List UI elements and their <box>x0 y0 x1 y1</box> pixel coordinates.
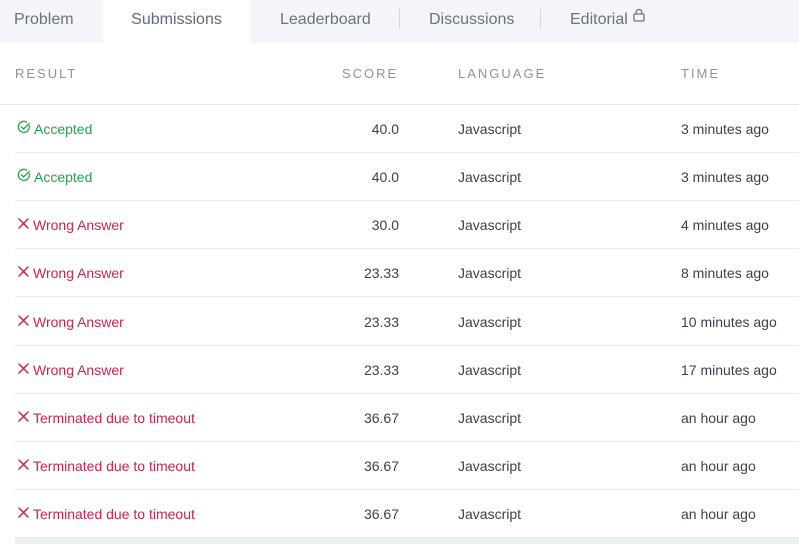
check-circle-icon <box>17 105 31 153</box>
tab-leaderboard[interactable]: Leaderboard <box>280 0 371 43</box>
language-cell: Javascript <box>458 314 522 330</box>
table-row[interactable]: Terminated due to timeout 36.67 Javascript… <box>0 394 799 442</box>
time-cell: 3 minutes ago <box>681 169 769 185</box>
result-label: Wrong Answer <box>33 265 124 281</box>
score-cell: 36.67 <box>363 410 399 426</box>
result-label: Accepted <box>34 169 93 185</box>
language-cell: Javascript <box>458 458 522 474</box>
column-header-score: SCORE <box>342 66 399 81</box>
time-cell: an hour ago <box>681 458 756 474</box>
table-row[interactable]: Wrong Answer 23.33 Javascript 17 minutes ag… <box>0 346 799 394</box>
table-row[interactable]: Terminated due to timeout 36.67 Javascript… <box>0 490 799 538</box>
row-divider <box>15 296 799 297</box>
result-label: Terminated due to timeout <box>33 458 195 474</box>
tab-submissions[interactable]: Submissions <box>103 0 250 43</box>
result-cell[interactable]: Terminated due to timeout <box>17 442 195 490</box>
result-cell[interactable]: Accepted <box>17 105 92 153</box>
cross-icon <box>17 442 30 490</box>
language-cell: Javascript <box>458 217 522 233</box>
score-cell: 36.67 <box>363 458 399 474</box>
time-cell: 17 minutes ago <box>681 362 777 378</box>
table-row[interactable]: Accepted 40.0 Javascript 3 minutes ago <box>0 153 799 201</box>
result-cell[interactable]: Wrong Answer <box>17 298 124 346</box>
cross-icon <box>17 201 30 249</box>
tab-label: Problem <box>14 11 74 28</box>
language-cell: Javascript <box>458 410 522 426</box>
result-label: Terminated due to timeout <box>33 506 195 522</box>
cross-icon <box>17 394 30 442</box>
score-cell: 40.0 <box>371 169 399 185</box>
lock-icon <box>632 0 646 38</box>
tab-bar: Problem Submissions Leaderboard Discussi… <box>0 0 799 43</box>
result-cell[interactable]: Terminated due to timeout <box>17 394 195 442</box>
score-cell: 23.33 <box>363 314 399 330</box>
table-row[interactable]: Wrong Answer 23.33 Javascript 10 minutes ag… <box>0 298 799 346</box>
time-cell: 3 minutes ago <box>681 121 769 137</box>
result-label: Terminated due to timeout <box>33 410 195 426</box>
tab-discussions[interactable]: Discussions <box>429 0 514 43</box>
table-row[interactable]: Accepted 40.0 Javascript 3 minutes ago <box>0 105 799 153</box>
result-label: Wrong Answer <box>33 362 124 378</box>
horizontal-scrollbar[interactable] <box>15 538 799 544</box>
time-cell: 8 minutes ago <box>681 265 769 281</box>
cross-icon <box>17 249 30 297</box>
column-header-result: RESULT <box>15 66 78 81</box>
language-cell: Javascript <box>458 169 522 185</box>
time-cell: an hour ago <box>681 410 756 426</box>
column-header-time: TIME <box>681 66 721 81</box>
score-cell: 40.0 <box>371 121 399 137</box>
tab-editorial[interactable]: Editorial <box>570 0 646 43</box>
tab-label: Editorial <box>570 11 628 28</box>
table-row[interactable]: Wrong Answer 30.0 Javascript 4 minutes ago <box>0 201 799 249</box>
tab-problem[interactable]: Problem <box>14 0 74 43</box>
tab-label: Leaderboard <box>280 11 371 28</box>
cross-icon <box>17 298 30 346</box>
result-cell[interactable]: Accepted <box>17 153 92 201</box>
language-cell: Javascript <box>458 265 522 281</box>
time-cell: an hour ago <box>681 506 756 522</box>
result-cell[interactable]: Wrong Answer <box>17 249 124 297</box>
language-cell: Javascript <box>458 362 522 378</box>
result-label: Wrong Answer <box>33 314 124 330</box>
result-label: Accepted <box>34 121 93 137</box>
time-cell: 4 minutes ago <box>681 217 769 233</box>
score-cell: 23.33 <box>363 362 399 378</box>
tab-label: Discussions <box>429 11 515 28</box>
table-row[interactable]: Wrong Answer 23.33 Javascript 8 minutes ago <box>0 249 799 297</box>
column-header-language: LANGUAGE <box>458 66 547 81</box>
cross-icon <box>17 490 30 538</box>
cross-icon <box>17 346 30 394</box>
tab-label: Submissions <box>131 11 222 28</box>
table-row[interactable]: Terminated due to timeout 36.67 Javascript… <box>0 442 799 490</box>
language-cell: Javascript <box>458 506 522 522</box>
language-cell: Javascript <box>458 121 522 137</box>
score-cell: 36.67 <box>363 506 399 522</box>
score-cell: 30.0 <box>371 217 399 233</box>
time-cell: 10 minutes ago <box>681 314 777 330</box>
tab-divider <box>540 9 541 29</box>
result-cell[interactable]: Terminated due to timeout <box>17 490 195 538</box>
result-cell[interactable]: Wrong Answer <box>17 201 124 249</box>
check-circle-icon <box>17 153 31 201</box>
score-cell: 23.33 <box>363 265 399 281</box>
result-cell[interactable]: Wrong Answer <box>17 346 124 394</box>
result-label: Wrong Answer <box>33 217 124 233</box>
tab-divider <box>399 9 400 29</box>
